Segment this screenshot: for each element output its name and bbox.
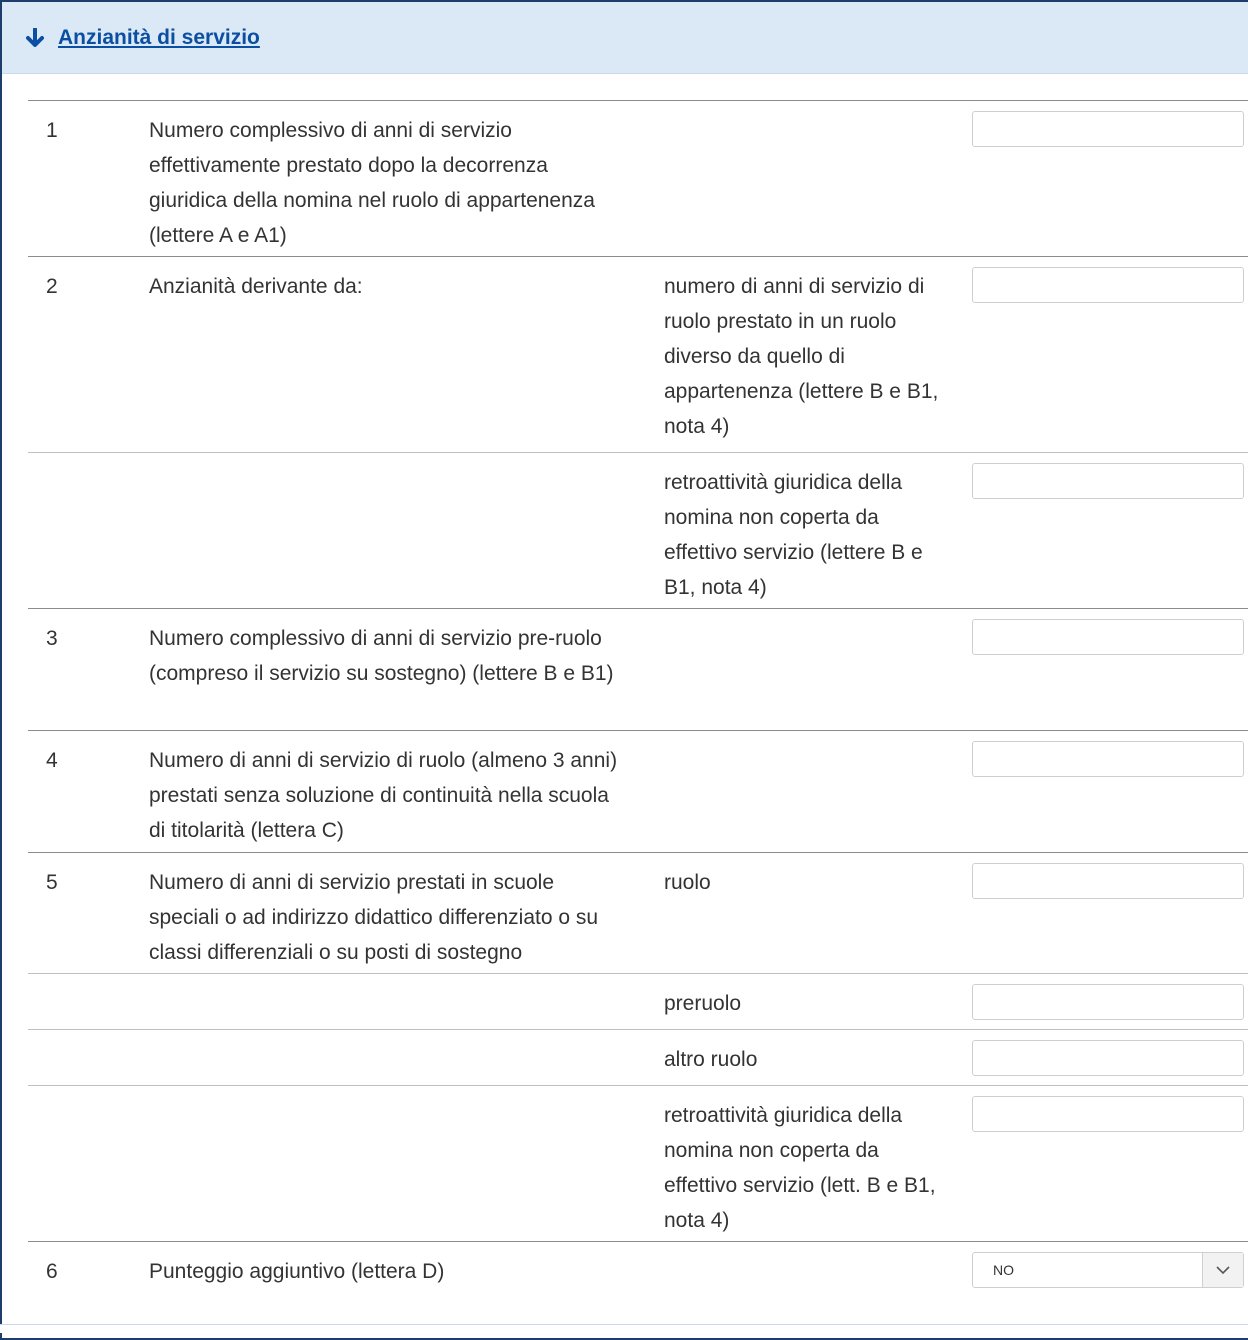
section-header[interactable]: Anzianità di servizio xyxy=(2,2,1248,74)
row-description: Numero di anni di servizio prestati in s… xyxy=(149,871,599,964)
form-row-2: 2 Anzianità derivante da: numero di anni… xyxy=(28,256,1248,452)
anzianita-panel: Anzianità di servizio 1 Numero complessi… xyxy=(0,0,1248,1340)
row-number: 5 xyxy=(46,871,58,894)
form-row-1: 1 Numero complessivo di anni di servizio… xyxy=(28,100,1248,256)
row-description: Numero complessivo di anni di servizio e… xyxy=(149,119,595,247)
anni-preruolo-input[interactable] xyxy=(972,619,1244,655)
form-row-5b: preruolo xyxy=(28,973,1248,1029)
row-sub-label: retroattività giuridica della nomina non… xyxy=(664,471,923,599)
row-sub-label: retroattività giuridica della nomina non… xyxy=(664,1104,936,1232)
form-row-4: 4 Numero di anni di servizio di ruolo (a… xyxy=(28,730,1248,852)
arrow-down-icon xyxy=(26,27,44,48)
section-title-link[interactable]: Anzianità di servizio xyxy=(58,26,260,50)
scuole-speciali-altro-ruolo-input[interactable] xyxy=(972,1040,1244,1076)
row-number: 3 xyxy=(46,627,58,650)
row-number: 1 xyxy=(46,119,58,142)
row-sub-label: altro ruolo xyxy=(664,1048,758,1071)
form-row-2b: retroattività giuridica della nomina non… xyxy=(28,452,1248,608)
form-row-5d: retroattività giuridica della nomina non… xyxy=(28,1085,1248,1241)
form-rows: 1 Numero complessivo di anni di servizio… xyxy=(28,100,1248,1327)
scuole-speciali-ruolo-input[interactable] xyxy=(972,863,1244,899)
form-row-5: 5 Numero di anni di servizio prestati in… xyxy=(28,852,1248,973)
row-number: 2 xyxy=(46,275,58,298)
row-sub-label: preruolo xyxy=(664,992,742,1015)
anni-servizio-effettivi-input[interactable] xyxy=(972,111,1244,147)
row-sub-label: ruolo xyxy=(664,871,711,894)
punteggio-aggiuntivo-select[interactable]: NO xyxy=(972,1252,1244,1288)
row-sub-label: numero di anni di servizio di ruolo pres… xyxy=(664,275,939,438)
row-number: 6 xyxy=(46,1260,58,1283)
row-description: Anzianità derivante da: xyxy=(149,275,363,298)
chevron-down-icon[interactable] xyxy=(1202,1253,1243,1287)
row-description: Numero complessivo di anni di servizio p… xyxy=(149,627,614,685)
row-number: 4 xyxy=(46,749,58,772)
form-row-3: 3 Numero complessivo di anni di servizio… xyxy=(28,608,1248,730)
row-description: Numero di anni di servizio di ruolo (alm… xyxy=(149,749,618,842)
row-description: Punteggio aggiuntivo (lettera D) xyxy=(149,1260,445,1283)
anni-continuita-input[interactable] xyxy=(972,741,1244,777)
scuole-speciali-preruolo-input[interactable] xyxy=(972,984,1244,1020)
select-value: NO xyxy=(993,1262,1014,1278)
anni-ruolo-diverso-input[interactable] xyxy=(972,267,1244,303)
form-row-6: 6 Punteggio aggiuntivo (lettera D) NO xyxy=(28,1241,1248,1327)
form-row-5c: altro ruolo xyxy=(28,1029,1248,1085)
retroattivita-giuridica-input[interactable] xyxy=(972,463,1244,499)
scuole-speciali-retroattivita-input[interactable] xyxy=(972,1096,1244,1132)
